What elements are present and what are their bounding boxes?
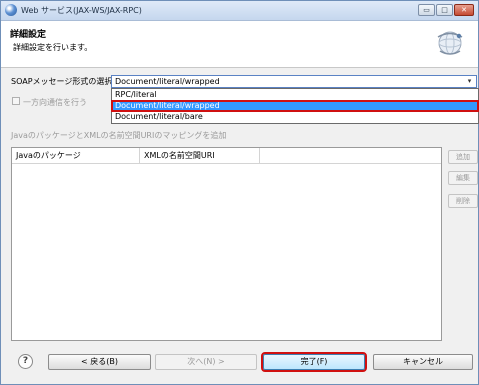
- soap-format-selected-value: Document/literal/wrapped: [115, 77, 220, 86]
- cancel-button[interactable]: キャンセル: [373, 354, 473, 370]
- globe-icon: [5, 4, 17, 16]
- soap-format-label: SOAPメッセージ形式の選択: [11, 77, 113, 86]
- back-button[interactable]: < 戻る(B): [48, 354, 151, 370]
- column-header-empty: [260, 148, 441, 164]
- add-button[interactable]: 追加: [448, 150, 478, 164]
- finish-button[interactable]: 完了(F): [261, 352, 367, 372]
- page-description: 詳細設定を行います。: [13, 43, 93, 52]
- close-button[interactable]: ✕: [454, 4, 474, 16]
- oneway-checkbox[interactable]: [12, 97, 20, 105]
- mapping-label: JavaのパッケージとXMLの名前空間URIのマッピングを追加: [11, 131, 227, 140]
- oneway-label: 一方向通信を行う: [23, 98, 87, 107]
- column-header-java-package[interactable]: Javaのパッケージ: [12, 148, 140, 164]
- help-icon[interactable]: ?: [18, 354, 33, 369]
- soap-format-dropdown-list: RPC/literal Document/literal/wrapped Doc…: [111, 88, 479, 124]
- title-bar: Web サービス(JAX-WS/JAX-RPC) ▭ □ ✕: [1, 1, 478, 21]
- window-title: Web サービス(JAX-WS/JAX-RPC): [21, 6, 142, 15]
- delete-button[interactable]: 削除: [448, 194, 478, 208]
- option-rpc-literal[interactable]: RPC/literal: [112, 90, 478, 100]
- soap-format-select[interactable]: Document/literal/wrapped ▾: [111, 75, 477, 88]
- next-button[interactable]: 次へ(N) >: [155, 354, 257, 370]
- wizard-header: 詳細設定 詳細設定を行います。: [1, 21, 478, 68]
- web-service-globe-icon: [437, 31, 463, 55]
- wizard-window: Web サービス(JAX-WS/JAX-RPC) ▭ □ ✕ 詳細設定 詳細設定…: [0, 0, 479, 385]
- column-header-xml-namespace[interactable]: XMLの名前空間URI: [140, 148, 260, 164]
- edit-button[interactable]: 編集: [448, 171, 478, 185]
- chevron-down-icon[interactable]: ▾: [464, 77, 475, 86]
- option-document-literal-wrapped[interactable]: Document/literal/wrapped: [111, 100, 479, 112]
- minimize-button[interactable]: ▭: [418, 4, 435, 16]
- mapping-table[interactable]: Javaのパッケージ XMLの名前空間URI: [11, 147, 442, 341]
- maximize-button[interactable]: □: [436, 4, 453, 16]
- page-title: 詳細設定: [10, 30, 47, 40]
- option-document-literal-bare[interactable]: Document/literal/bare: [112, 112, 478, 122]
